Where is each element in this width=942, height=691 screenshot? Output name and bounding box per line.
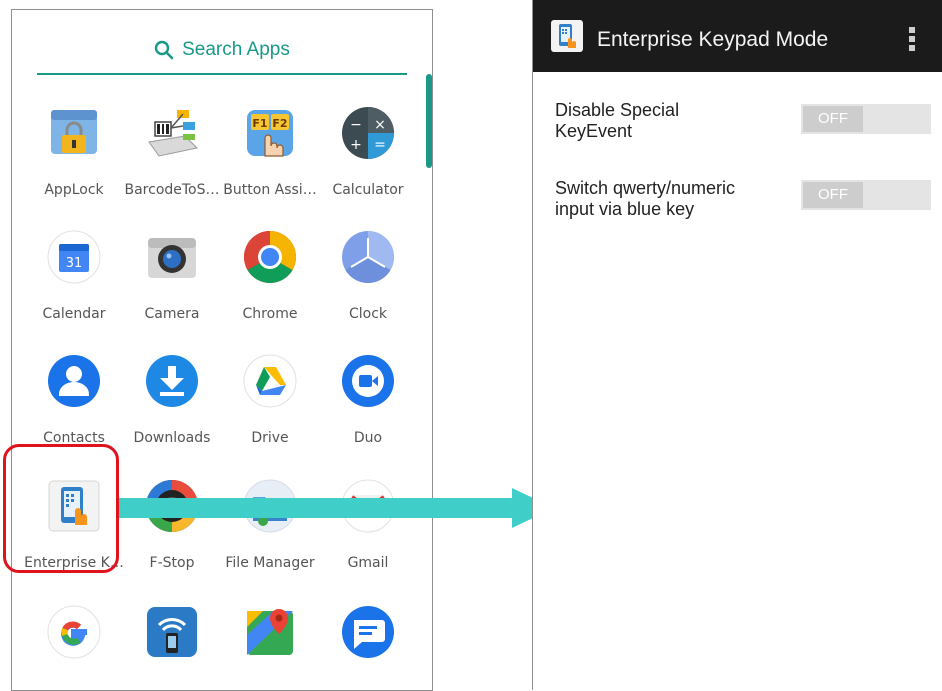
app-google[interactable]: [24, 605, 124, 690]
svg-text:F1: F1: [252, 117, 267, 130]
app-label: F-Stop: [149, 555, 195, 571]
toggle-knob: OFF: [803, 106, 863, 132]
app-downloads[interactable]: Downloads: [122, 354, 222, 474]
app-nfc[interactable]: [122, 605, 222, 690]
downloads-icon: [146, 355, 198, 407]
app-drive[interactable]: Drive: [220, 354, 320, 474]
arrow-shaft: [119, 498, 514, 518]
app-label: BarcodeToS…: [124, 182, 220, 198]
app-button-assignment[interactable]: F1 F2 Button Assi…: [220, 106, 320, 226]
app-label: Downloads: [133, 430, 211, 446]
setting-disable-special-keyevent[interactable]: Disable Special KeyEvent OFF: [533, 100, 942, 160]
setting-label: Disable Special KeyEvent: [555, 100, 795, 142]
app-maps[interactable]: [220, 605, 320, 690]
app-label: Clock: [348, 306, 388, 322]
svg-text:F2: F2: [272, 117, 287, 130]
drive-icon: [243, 354, 297, 408]
enterprise-keypad-icon: [551, 20, 583, 52]
maps-icon: [247, 609, 293, 655]
app-label: Button Assi…: [223, 182, 317, 198]
app-calendar[interactable]: 31 Calendar: [24, 230, 124, 350]
app-label: Calculator: [332, 182, 404, 198]
barcode-to-settings-icon: [148, 110, 199, 157]
app-label: Gmail: [347, 555, 389, 571]
calendar-icon: 31: [47, 230, 101, 284]
app-file-manager[interactable]: File Manager: [220, 479, 320, 599]
contacts-icon: [48, 355, 100, 407]
chrome-icon: [244, 231, 296, 283]
messages-icon: [342, 606, 394, 658]
app-label: File Manager: [225, 555, 315, 571]
toggle-switch[interactable]: OFF: [801, 104, 931, 134]
app-bar-title: Enterprise Keypad Mode: [597, 28, 829, 51]
search-underline: [37, 73, 407, 75]
search-label: Search Apps: [182, 39, 290, 60]
calculator-icon: − × + =: [342, 107, 394, 159]
search-apps-bar[interactable]: Search Apps: [37, 10, 407, 76]
button-assignment-icon: F1 F2: [247, 110, 293, 157]
overflow-menu-icon[interactable]: [907, 26, 917, 52]
svg-text:+: +: [350, 137, 362, 153]
duo-icon: [342, 355, 394, 407]
camera-icon: [148, 238, 196, 278]
app-calculator[interactable]: − × + = Calculator: [318, 106, 418, 226]
app-applock[interactable]: AppLock: [24, 106, 124, 226]
google-icon: [47, 605, 101, 659]
setting-label-line2: KeyEvent: [555, 121, 633, 141]
app-label: Duo: [353, 430, 383, 446]
setting-label: Switch qwerty/numeric input via blue key: [555, 178, 795, 220]
setting-label-line1: Disable Special: [555, 100, 680, 120]
app-bar: Enterprise Keypad Mode: [533, 0, 942, 72]
search-icon: [154, 40, 174, 60]
app-label: Camera: [144, 306, 200, 322]
setting-label-line2: input via blue key: [555, 199, 695, 219]
svg-text:−: −: [350, 117, 362, 133]
app-drawer: Search Apps AppLock BarcodeToS… F1 F2 Bu…: [11, 9, 433, 691]
clock-icon: [342, 231, 394, 283]
toggle-switch[interactable]: OFF: [801, 180, 931, 210]
app-camera[interactable]: Camera: [122, 230, 222, 350]
setting-switch-qwerty-numeric[interactable]: Switch qwerty/numeric input via blue key…: [533, 178, 942, 238]
nfc-icon: [147, 607, 197, 657]
svg-text:×: ×: [374, 117, 386, 133]
settings-screen: Enterprise Keypad Mode Disable Special K…: [532, 0, 942, 690]
app-messages[interactable]: [318, 605, 418, 690]
app-label: AppLock: [44, 182, 104, 198]
app-label: Drive: [251, 430, 289, 446]
app-chrome[interactable]: Chrome: [220, 230, 320, 350]
highlight-frame: [3, 444, 119, 573]
app-clock[interactable]: Clock: [318, 230, 418, 350]
app-fstop[interactable]: F-Stop: [122, 479, 222, 599]
svg-text:=: =: [374, 137, 386, 153]
calendar-day: 31: [66, 256, 83, 271]
setting-label-line1: Switch qwerty/numeric: [555, 178, 736, 198]
app-gmail[interactable]: Gmail: [318, 479, 418, 599]
applock-icon: [51, 110, 97, 154]
app-label: Calendar: [42, 306, 106, 322]
app-label: Chrome: [242, 306, 298, 322]
app-duo[interactable]: Duo: [318, 354, 418, 474]
drawer-scrollbar[interactable]: [426, 74, 432, 168]
toggle-knob: OFF: [803, 182, 863, 208]
app-barcode-to-settings[interactable]: BarcodeToS…: [122, 106, 222, 226]
